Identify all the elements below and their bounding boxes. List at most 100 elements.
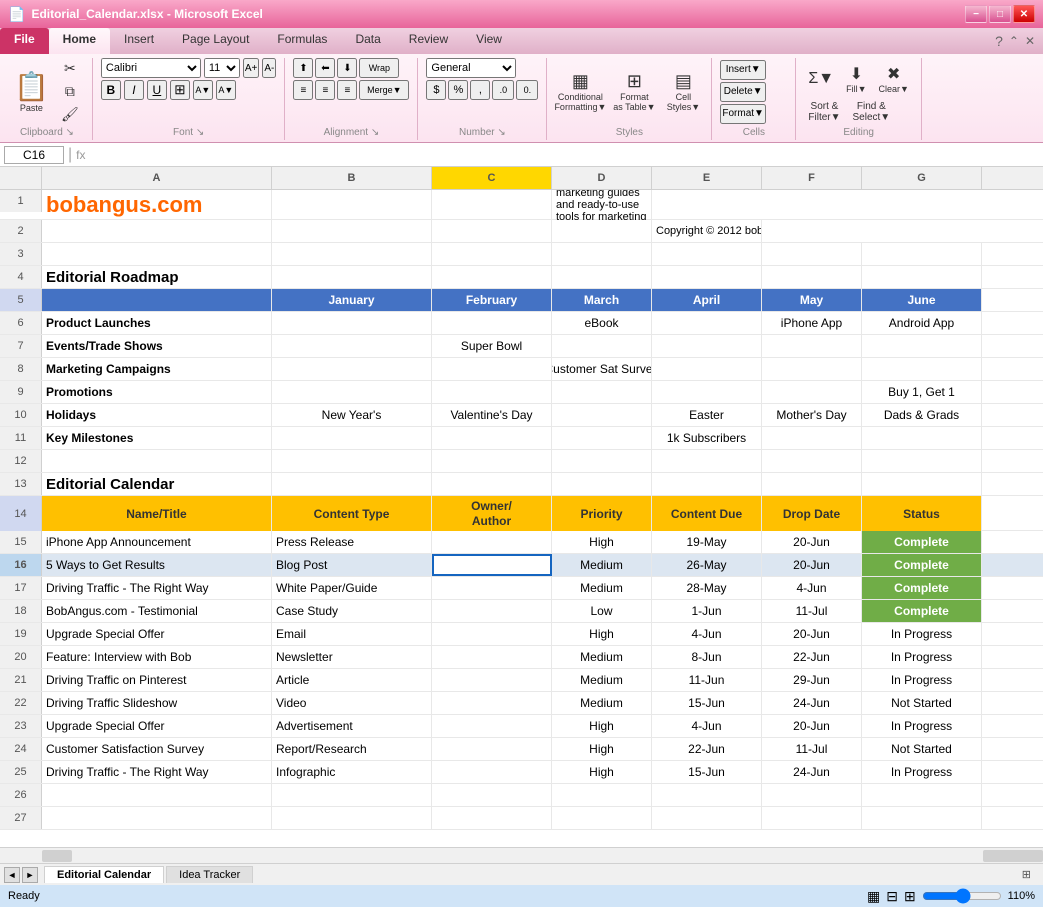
cell-f23[interactable]: 20-Jun xyxy=(762,715,862,737)
align-top-button[interactable]: ⬆ xyxy=(293,58,313,78)
cell-f21[interactable]: 29-Jun xyxy=(762,669,862,691)
cell-c15[interactable] xyxy=(432,531,552,553)
cell-b19[interactable]: Email xyxy=(272,623,432,645)
copy-button[interactable]: ⧉ xyxy=(56,81,84,102)
cell-a20[interactable]: Feature: Interview with Bob xyxy=(42,646,272,668)
cell-c17[interactable] xyxy=(432,577,552,599)
cell-e16[interactable]: 26-May xyxy=(652,554,762,576)
cell-b1[interactable] xyxy=(272,190,432,220)
cell-b10[interactable]: New Year's xyxy=(272,404,432,426)
cell-f5[interactable]: May xyxy=(762,289,862,311)
cell-a2[interactable] xyxy=(42,220,272,242)
cell-e9[interactable] xyxy=(652,381,762,403)
cell-f8[interactable] xyxy=(762,358,862,380)
cell-b16[interactable]: Blog Post xyxy=(272,554,432,576)
cell-c7[interactable]: Super Bowl xyxy=(432,335,552,357)
cell-d3[interactable] xyxy=(552,243,652,265)
cell-f27[interactable] xyxy=(762,807,862,829)
cell-a12[interactable] xyxy=(42,450,272,472)
cell-a25[interactable]: Driving Traffic - The Right Way xyxy=(42,761,272,783)
cell-e18[interactable]: 1-Jun xyxy=(652,600,762,622)
cell-b9[interactable] xyxy=(272,381,432,403)
cell-c2[interactable] xyxy=(432,220,552,242)
cell-g12[interactable] xyxy=(862,450,982,472)
cell-e7[interactable] xyxy=(652,335,762,357)
cell-e5[interactable]: April xyxy=(652,289,762,311)
cell-a13[interactable]: Editorial Calendar xyxy=(42,473,272,495)
cell-d10[interactable] xyxy=(552,404,652,426)
cell-g11[interactable] xyxy=(862,427,982,449)
cell-a5[interactable] xyxy=(42,289,272,311)
cell-d27[interactable] xyxy=(552,807,652,829)
align-left-button[interactable]: ≡ xyxy=(293,80,313,100)
cell-b4[interactable] xyxy=(272,266,432,288)
cell-c21[interactable] xyxy=(432,669,552,691)
cell-g25[interactable]: In Progress xyxy=(862,761,982,783)
cell-g15[interactable]: Complete xyxy=(862,531,982,553)
cell-e26[interactable] xyxy=(652,784,762,806)
cell-styles-button[interactable]: ▤ CellStyles▼ xyxy=(663,69,703,114)
ribbon-collapse-icon[interactable]: ⌃ xyxy=(1009,34,1019,48)
cell-c8[interactable] xyxy=(432,358,552,380)
cell-e22[interactable]: 15-Jun xyxy=(652,692,762,714)
cell-a19[interactable]: Upgrade Special Offer xyxy=(42,623,272,645)
cell-c20[interactable] xyxy=(432,646,552,668)
function-icon[interactable]: fx xyxy=(76,148,85,162)
tab-insert[interactable]: Insert xyxy=(110,28,168,54)
cell-f4[interactable] xyxy=(762,266,862,288)
cell-b13[interactable] xyxy=(272,473,432,495)
col-header-c[interactable]: C xyxy=(432,167,552,189)
cell-f13[interactable] xyxy=(762,473,862,495)
cell-e10[interactable]: Easter xyxy=(652,404,762,426)
cell-d17[interactable]: Medium xyxy=(552,577,652,599)
align-bottom-button[interactable]: ⬇ xyxy=(337,58,357,78)
cell-g20[interactable]: In Progress xyxy=(862,646,982,668)
cell-g17[interactable]: Complete xyxy=(862,577,982,599)
cell-d4[interactable] xyxy=(552,266,652,288)
cell-d18[interactable]: Low xyxy=(552,600,652,622)
col-header-a[interactable]: A xyxy=(42,167,272,189)
cell-f20[interactable]: 22-Jun xyxy=(762,646,862,668)
cell-f11[interactable] xyxy=(762,427,862,449)
cell-c16[interactable] xyxy=(432,554,552,576)
cell-a10[interactable]: Holidays xyxy=(42,404,272,426)
cell-e14[interactable]: Content Due xyxy=(652,496,762,531)
cell-a6[interactable]: Product Launches xyxy=(42,312,272,334)
cell-d5[interactable]: March xyxy=(552,289,652,311)
col-header-d[interactable]: D xyxy=(552,167,652,189)
cell-b18[interactable]: Case Study xyxy=(272,600,432,622)
cell-a1[interactable]: bobangus.com xyxy=(42,190,272,220)
cell-d11[interactable] xyxy=(552,427,652,449)
cell-c24[interactable] xyxy=(432,738,552,760)
cell-f10[interactable]: Mother's Day xyxy=(762,404,862,426)
cell-b24[interactable]: Report/Research xyxy=(272,738,432,760)
cell-a27[interactable] xyxy=(42,807,272,829)
cell-b2[interactable] xyxy=(272,220,432,242)
cell-b17[interactable]: White Paper/Guide xyxy=(272,577,432,599)
cell-a17[interactable]: Driving Traffic - The Right Way xyxy=(42,577,272,599)
cell-g13[interactable] xyxy=(862,473,982,495)
cell-a16[interactable]: 5 Ways to Get Results xyxy=(42,554,272,576)
cell-d16[interactable]: Medium xyxy=(552,554,652,576)
cell-g6[interactable]: Android App xyxy=(862,312,982,334)
col-header-f[interactable]: F xyxy=(762,167,862,189)
tab-idea-tracker[interactable]: Idea Tracker xyxy=(166,866,253,883)
cell-reference-input[interactable]: C16 xyxy=(4,146,64,164)
cell-d2[interactable] xyxy=(552,220,652,242)
cell-e20[interactable]: 8-Jun xyxy=(652,646,762,668)
cell-a24[interactable]: Customer Satisfaction Survey xyxy=(42,738,272,760)
cell-f3[interactable] xyxy=(762,243,862,265)
cell-e12[interactable] xyxy=(652,450,762,472)
cell-c14[interactable]: Owner/Author xyxy=(432,496,552,531)
decrease-decimal-button[interactable]: 0. xyxy=(516,80,538,100)
view-layout-icon[interactable]: ⊟ xyxy=(886,888,898,905)
cell-c5[interactable]: February xyxy=(432,289,552,311)
increase-decimal-button[interactable]: .0 xyxy=(492,80,514,100)
cell-b6[interactable] xyxy=(272,312,432,334)
cell-c9[interactable] xyxy=(432,381,552,403)
underline-button[interactable]: U xyxy=(147,80,167,100)
col-header-b[interactable]: B xyxy=(272,167,432,189)
format-button[interactable]: Format▼ xyxy=(720,104,766,124)
cell-d6[interactable]: eBook xyxy=(552,312,652,334)
cell-b5[interactable]: January xyxy=(272,289,432,311)
